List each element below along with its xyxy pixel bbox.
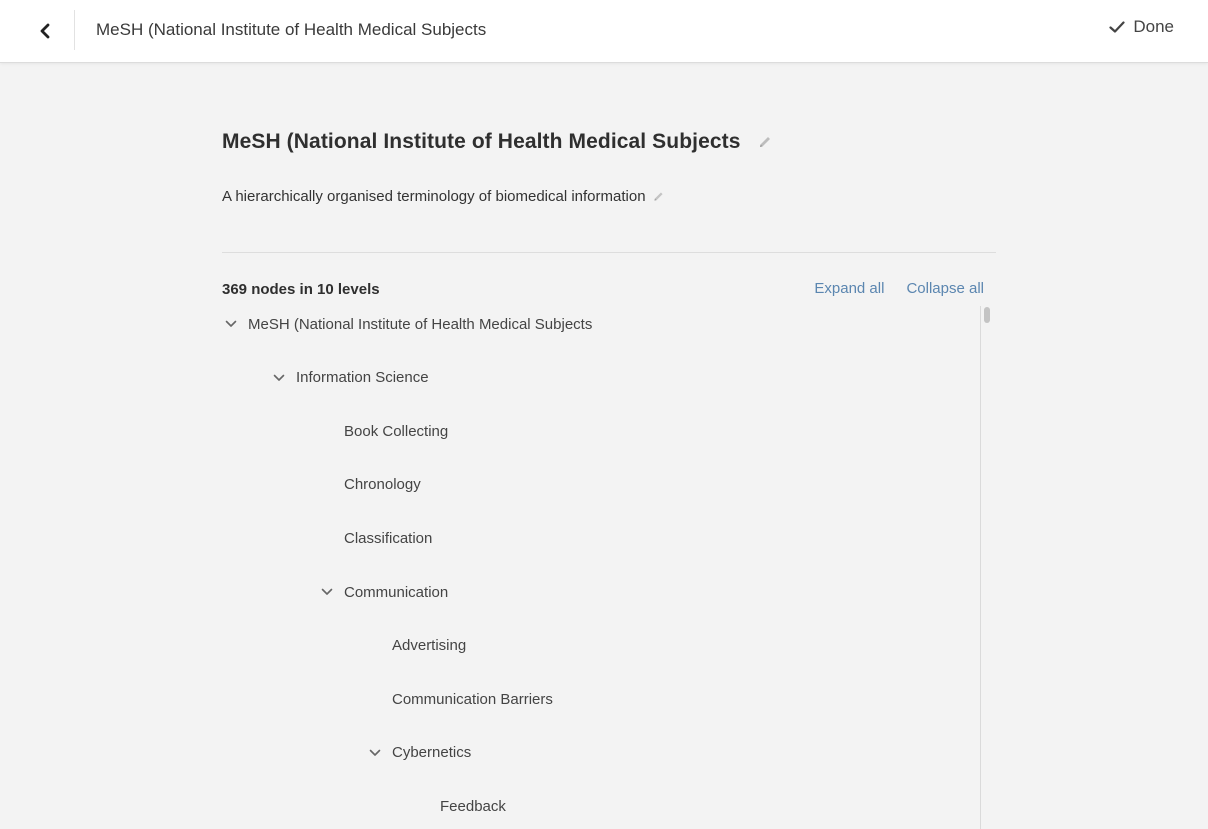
top-bar: MeSH (National Institute of Health Medic…	[0, 0, 1208, 63]
scroll-thumb[interactable]	[984, 307, 990, 323]
tree-node-label: Book Collecting	[344, 422, 449, 440]
taxonomy-tree: MeSH (National Institute of Health Medic…	[222, 308, 982, 829]
taxonomy-title: MeSH (National Institute of Health Medic…	[222, 130, 741, 153]
chevron-left-icon	[40, 23, 50, 39]
collapse-all-link[interactable]: Collapse all	[906, 280, 984, 297]
tree-node-label: Advertising	[392, 637, 467, 655]
done-button[interactable]: Done	[1109, 17, 1174, 37]
tree-node-label: MeSH (National Institute of Health Medic…	[248, 315, 593, 333]
edit-title-button[interactable]	[757, 134, 773, 150]
tree-node-label: Information Science	[296, 369, 429, 387]
chevron-down-icon[interactable]	[270, 374, 288, 382]
tree-actions: Expand all Collapse all	[814, 280, 984, 297]
chevron-down-icon[interactable]	[366, 749, 384, 757]
page-title: MeSH (National Institute of Health Medic…	[96, 20, 487, 39]
chevron-down-icon[interactable]	[222, 320, 240, 328]
tree-node[interactable]: Advertising	[392, 629, 466, 663]
title-row: MeSH (National Institute of Health Medic…	[222, 130, 773, 154]
tree-node-label: Communication	[344, 583, 449, 601]
pencil-icon	[759, 137, 770, 147]
tree-node[interactable]: Communication	[318, 575, 448, 609]
header-divider	[74, 10, 75, 50]
tree-node[interactable]: Classification	[344, 521, 432, 555]
edit-description-button[interactable]	[652, 190, 665, 203]
tree-node[interactable]: MeSH (National Institute of Health Medic…	[222, 308, 592, 341]
node-summary: 369 nodes in 10 levels	[222, 281, 380, 298]
tree-scrollbar[interactable]	[980, 306, 995, 829]
section-divider	[222, 252, 996, 253]
tree-node[interactable]: Book Collecting	[344, 414, 448, 448]
tree-node[interactable]: Chronology	[344, 468, 421, 502]
tree-node-label: Feedback	[440, 797, 506, 815]
back-button[interactable]	[28, 14, 62, 48]
chevron-down-icon[interactable]	[318, 588, 336, 596]
check-icon	[1109, 21, 1125, 33]
taxonomy-description: A hierarchically organised terminology o…	[222, 188, 646, 205]
tree-node[interactable]: Communication Barriers	[392, 682, 553, 716]
description-row: A hierarchically organised terminology o…	[222, 188, 665, 205]
tree-node[interactable]: Information Science	[270, 361, 429, 395]
tree-node[interactable]: Cybernetics	[366, 736, 471, 770]
pencil-icon	[653, 192, 663, 201]
tree-node[interactable]: Feedback	[440, 789, 506, 823]
tree-node-label: Classification	[344, 529, 433, 547]
done-label: Done	[1133, 17, 1174, 36]
tree-node-label: Communication Barriers	[392, 690, 553, 708]
tree-node-label: Chronology	[344, 476, 421, 494]
tree-node-label: Cybernetics	[392, 744, 472, 762]
expand-all-link[interactable]: Expand all	[814, 280, 884, 297]
